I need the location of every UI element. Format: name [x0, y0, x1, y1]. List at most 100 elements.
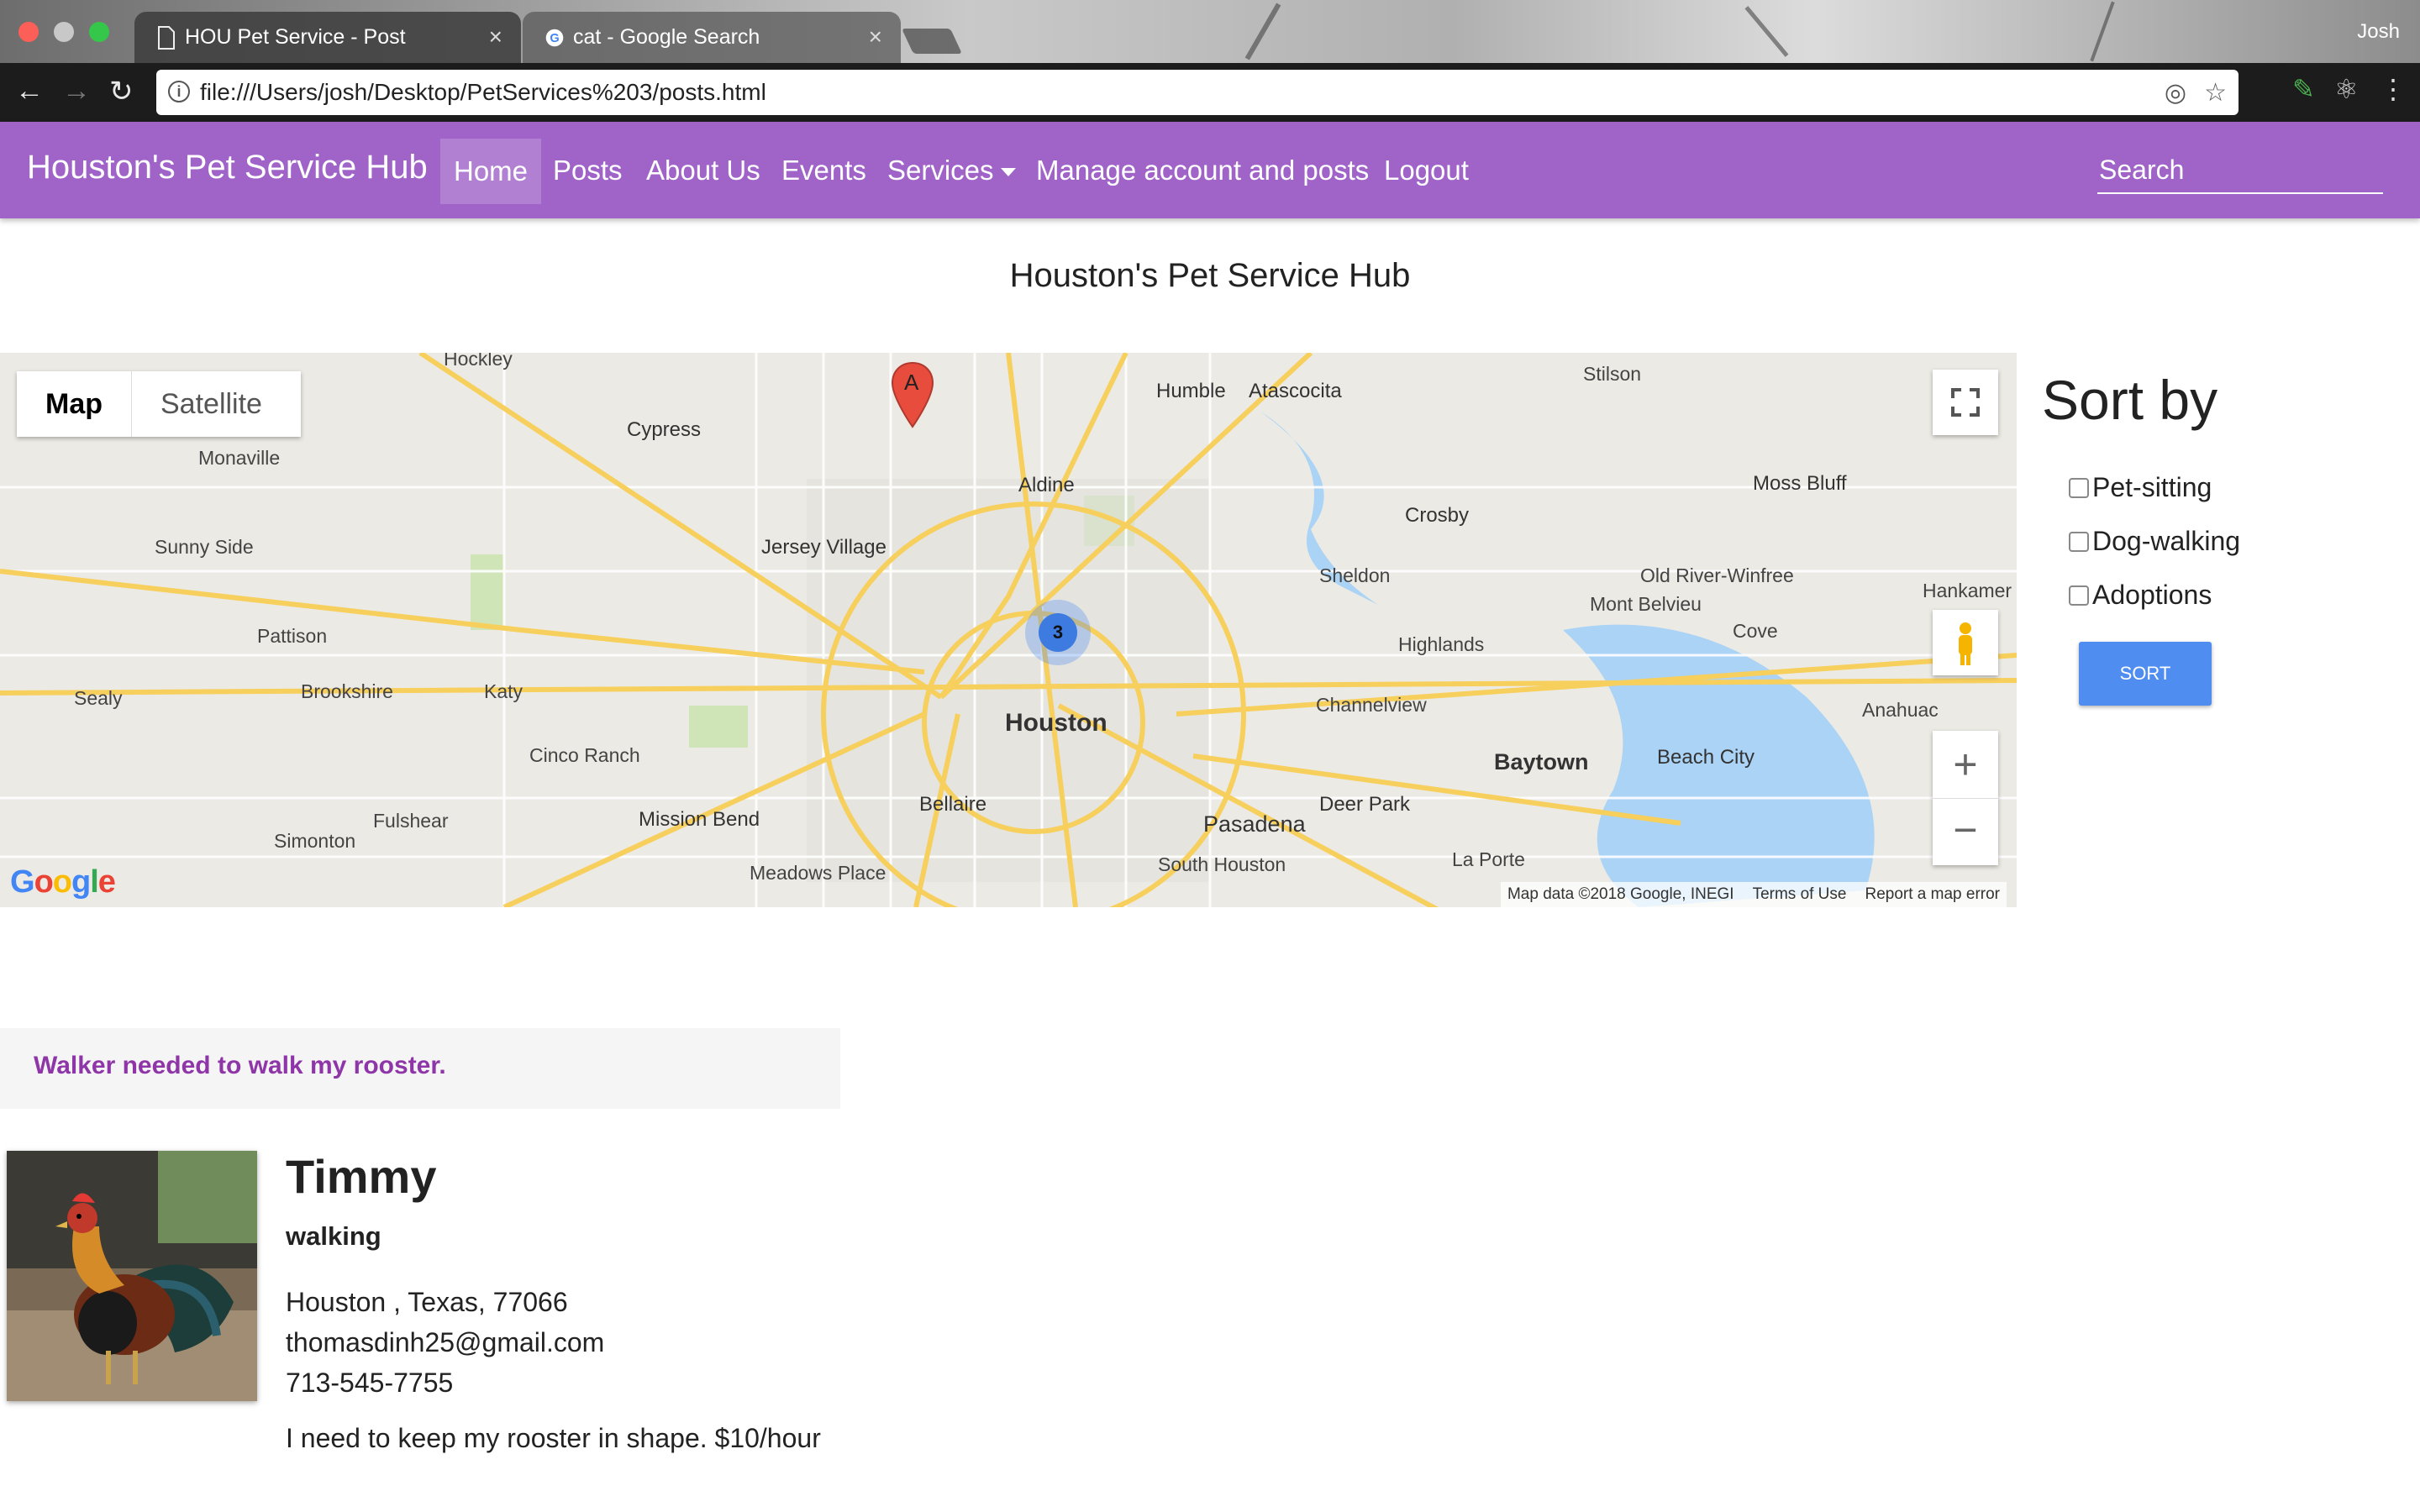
zoom-out-icon[interactable]: − — [1933, 799, 1998, 866]
checkbox-pet-sitting[interactable]: Pet-sitting — [2069, 472, 2212, 503]
forward-icon[interactable]: → — [62, 75, 91, 108]
post-author-name: Timmy — [286, 1150, 437, 1203]
zoom-control: + − — [1933, 731, 1998, 865]
menu-kebab-icon[interactable]: ⋮ — [2380, 73, 2407, 105]
info-icon[interactable]: i — [168, 81, 190, 102]
post-phone: 713-545-7755 — [286, 1368, 454, 1398]
address-bar[interactable]: i file:///Users/josh/Desktop/PetServices… — [156, 70, 2238, 115]
map-attribution: Map data ©2018 Google, INEGI Terms of Us… — [1500, 882, 2007, 907]
tab-title: HOU Pet Service - Post — [185, 25, 406, 49]
checkbox-box[interactable] — [2069, 477, 2089, 498]
map-label: South Houston — [1158, 853, 1286, 875]
sort-title: Sort by — [2042, 369, 2218, 431]
search-input[interactable] — [2097, 147, 2383, 194]
map-label: Humble — [1156, 380, 1226, 402]
checkbox-label: Pet-sitting — [2092, 472, 2212, 502]
close-tab-icon[interactable]: × — [869, 24, 882, 50]
close-tab-icon[interactable]: × — [489, 24, 502, 50]
location-icon[interactable]: ◎ — [2165, 78, 2186, 108]
rooster-photo — [7, 1151, 257, 1401]
map-label: Hankamer — [1923, 580, 2012, 601]
map-label: Fulshear — [373, 810, 449, 832]
map-label: Deer Park — [1319, 793, 1411, 816]
map-label: Aldine — [1018, 474, 1075, 496]
react-devtools-icon[interactable]: ⚛ — [2334, 73, 2359, 105]
browser-toolbar: ← → ↻ i file:///Users/josh/Desktop/PetSe… — [0, 63, 2420, 122]
pegman-icon[interactable] — [1933, 610, 1998, 675]
sort-button[interactable]: SORT — [2079, 642, 2212, 706]
post-header[interactable]: Walker needed to walk my rooster. — [0, 1028, 840, 1109]
terms-of-use-link[interactable]: Terms of Use — [1753, 885, 1847, 904]
tab-hou-pet-service[interactable]: HOU Pet Service - Post × — [134, 12, 521, 63]
checkbox-adoptions[interactable]: Adoptions — [2069, 580, 2212, 611]
close-window-button[interactable] — [18, 22, 39, 42]
wallpaper-branch — [1744, 6, 1789, 57]
checkbox-label: Dog-walking — [2092, 526, 2241, 556]
map-label: Beach City — [1657, 746, 1755, 769]
site-brand[interactable]: Houston's Pet Service Hub — [27, 149, 428, 186]
nav-services-dropdown[interactable]: Services — [887, 122, 1016, 218]
post-email[interactable]: thomasdinh25@gmail.com — [286, 1327, 604, 1358]
checkbox-label: Adoptions — [2092, 580, 2212, 610]
nav-manage-account[interactable]: Manage account and posts — [1036, 122, 1369, 218]
tab-cat-google-search[interactable]: G cat - Google Search × — [523, 12, 901, 63]
google-map[interactable]: Hockley Cypress Humble Atascocita Stilso… — [0, 353, 2017, 907]
map-label: Jersey Village — [761, 536, 886, 559]
maximize-window-button[interactable] — [89, 22, 109, 42]
svg-text:G: G — [550, 32, 559, 45]
map-type-satellite-button[interactable]: Satellite — [132, 371, 291, 437]
checkbox-box[interactable] — [2069, 531, 2089, 552]
map-label: Channelview — [1316, 694, 1427, 716]
google-icon: G — [545, 29, 564, 47]
map-label: Brookshire — [301, 680, 393, 702]
new-tab-button[interactable] — [902, 29, 962, 54]
map-label: Highlands — [1398, 633, 1485, 655]
map-label: Katy — [484, 680, 523, 702]
map-label: Cypress — [627, 418, 702, 441]
checkbox-box[interactable] — [2069, 585, 2089, 606]
map-label: Moss Bluff — [1753, 472, 1847, 495]
extension-icon[interactable]: ✎ — [2292, 73, 2315, 105]
map-type-map-button[interactable]: Map — [17, 371, 132, 437]
map-label-houston: Houston — [1005, 709, 1107, 737]
nav-posts[interactable]: Posts — [553, 122, 623, 218]
report-map-error-link[interactable]: Report a map error — [1865, 885, 2000, 904]
caret-down-icon — [1000, 168, 1016, 177]
browser-tabstrip: HOU Pet Service - Post × G cat - Google … — [0, 0, 2420, 63]
nav-about-us[interactable]: About Us — [646, 122, 760, 218]
fullscreen-icon[interactable] — [1933, 370, 1998, 435]
map-label: Bellaire — [919, 793, 987, 816]
map-label: La Porte — [1452, 848, 1525, 870]
nav-logout[interactable]: Logout — [1384, 122, 1469, 218]
checkbox-dog-walking[interactable]: Dog-walking — [2069, 526, 2240, 557]
map-label: Meadows Place — [750, 862, 886, 884]
post-description: I need to keep my rooster in shape. $10/… — [286, 1423, 821, 1453]
map-pin-label: A — [904, 370, 919, 395]
post-headline[interactable]: Walker needed to walk my rooster. — [34, 1052, 446, 1080]
minimize-window-button[interactable] — [54, 22, 74, 42]
zoom-in-icon[interactable]: + — [1933, 731, 1998, 799]
site-navbar: Houston's Pet Service Hub Home Posts Abo… — [0, 122, 2420, 218]
nav-events[interactable]: Events — [781, 122, 866, 218]
google-logo: Google — [10, 864, 116, 900]
reload-icon[interactable]: ↻ — [109, 75, 134, 108]
map-label: Monaville — [198, 447, 281, 469]
map-label: Pattison — [257, 625, 328, 647]
map-label: Cove — [1733, 620, 1778, 642]
map-label: Mont Belvieu — [1590, 593, 1702, 615]
map-label: Baytown — [1494, 749, 1589, 774]
map-label: Simonton — [274, 830, 356, 852]
back-icon[interactable]: ← — [15, 75, 44, 108]
map-label: Cinco Ranch — [529, 744, 640, 766]
nav-home[interactable]: Home — [440, 139, 542, 204]
map-label: Pasadena — [1203, 811, 1306, 837]
post-service-type: walking — [286, 1221, 381, 1251]
wallpaper-branch — [1244, 3, 1281, 60]
profile-name[interactable]: Josh — [2357, 20, 2400, 44]
bookmark-star-icon[interactable]: ☆ — [2204, 78, 2227, 108]
map-data-credit: Map data ©2018 Google, INEGI — [1507, 885, 1734, 903]
map-cluster-count[interactable]: 3 — [1039, 613, 1077, 652]
post-location: Houston , Texas, 77066 — [286, 1287, 568, 1317]
url-text: file:///Users/josh/Desktop/PetServices%2… — [200, 79, 766, 105]
map-type-toggle: Map Satellite — [17, 371, 301, 437]
